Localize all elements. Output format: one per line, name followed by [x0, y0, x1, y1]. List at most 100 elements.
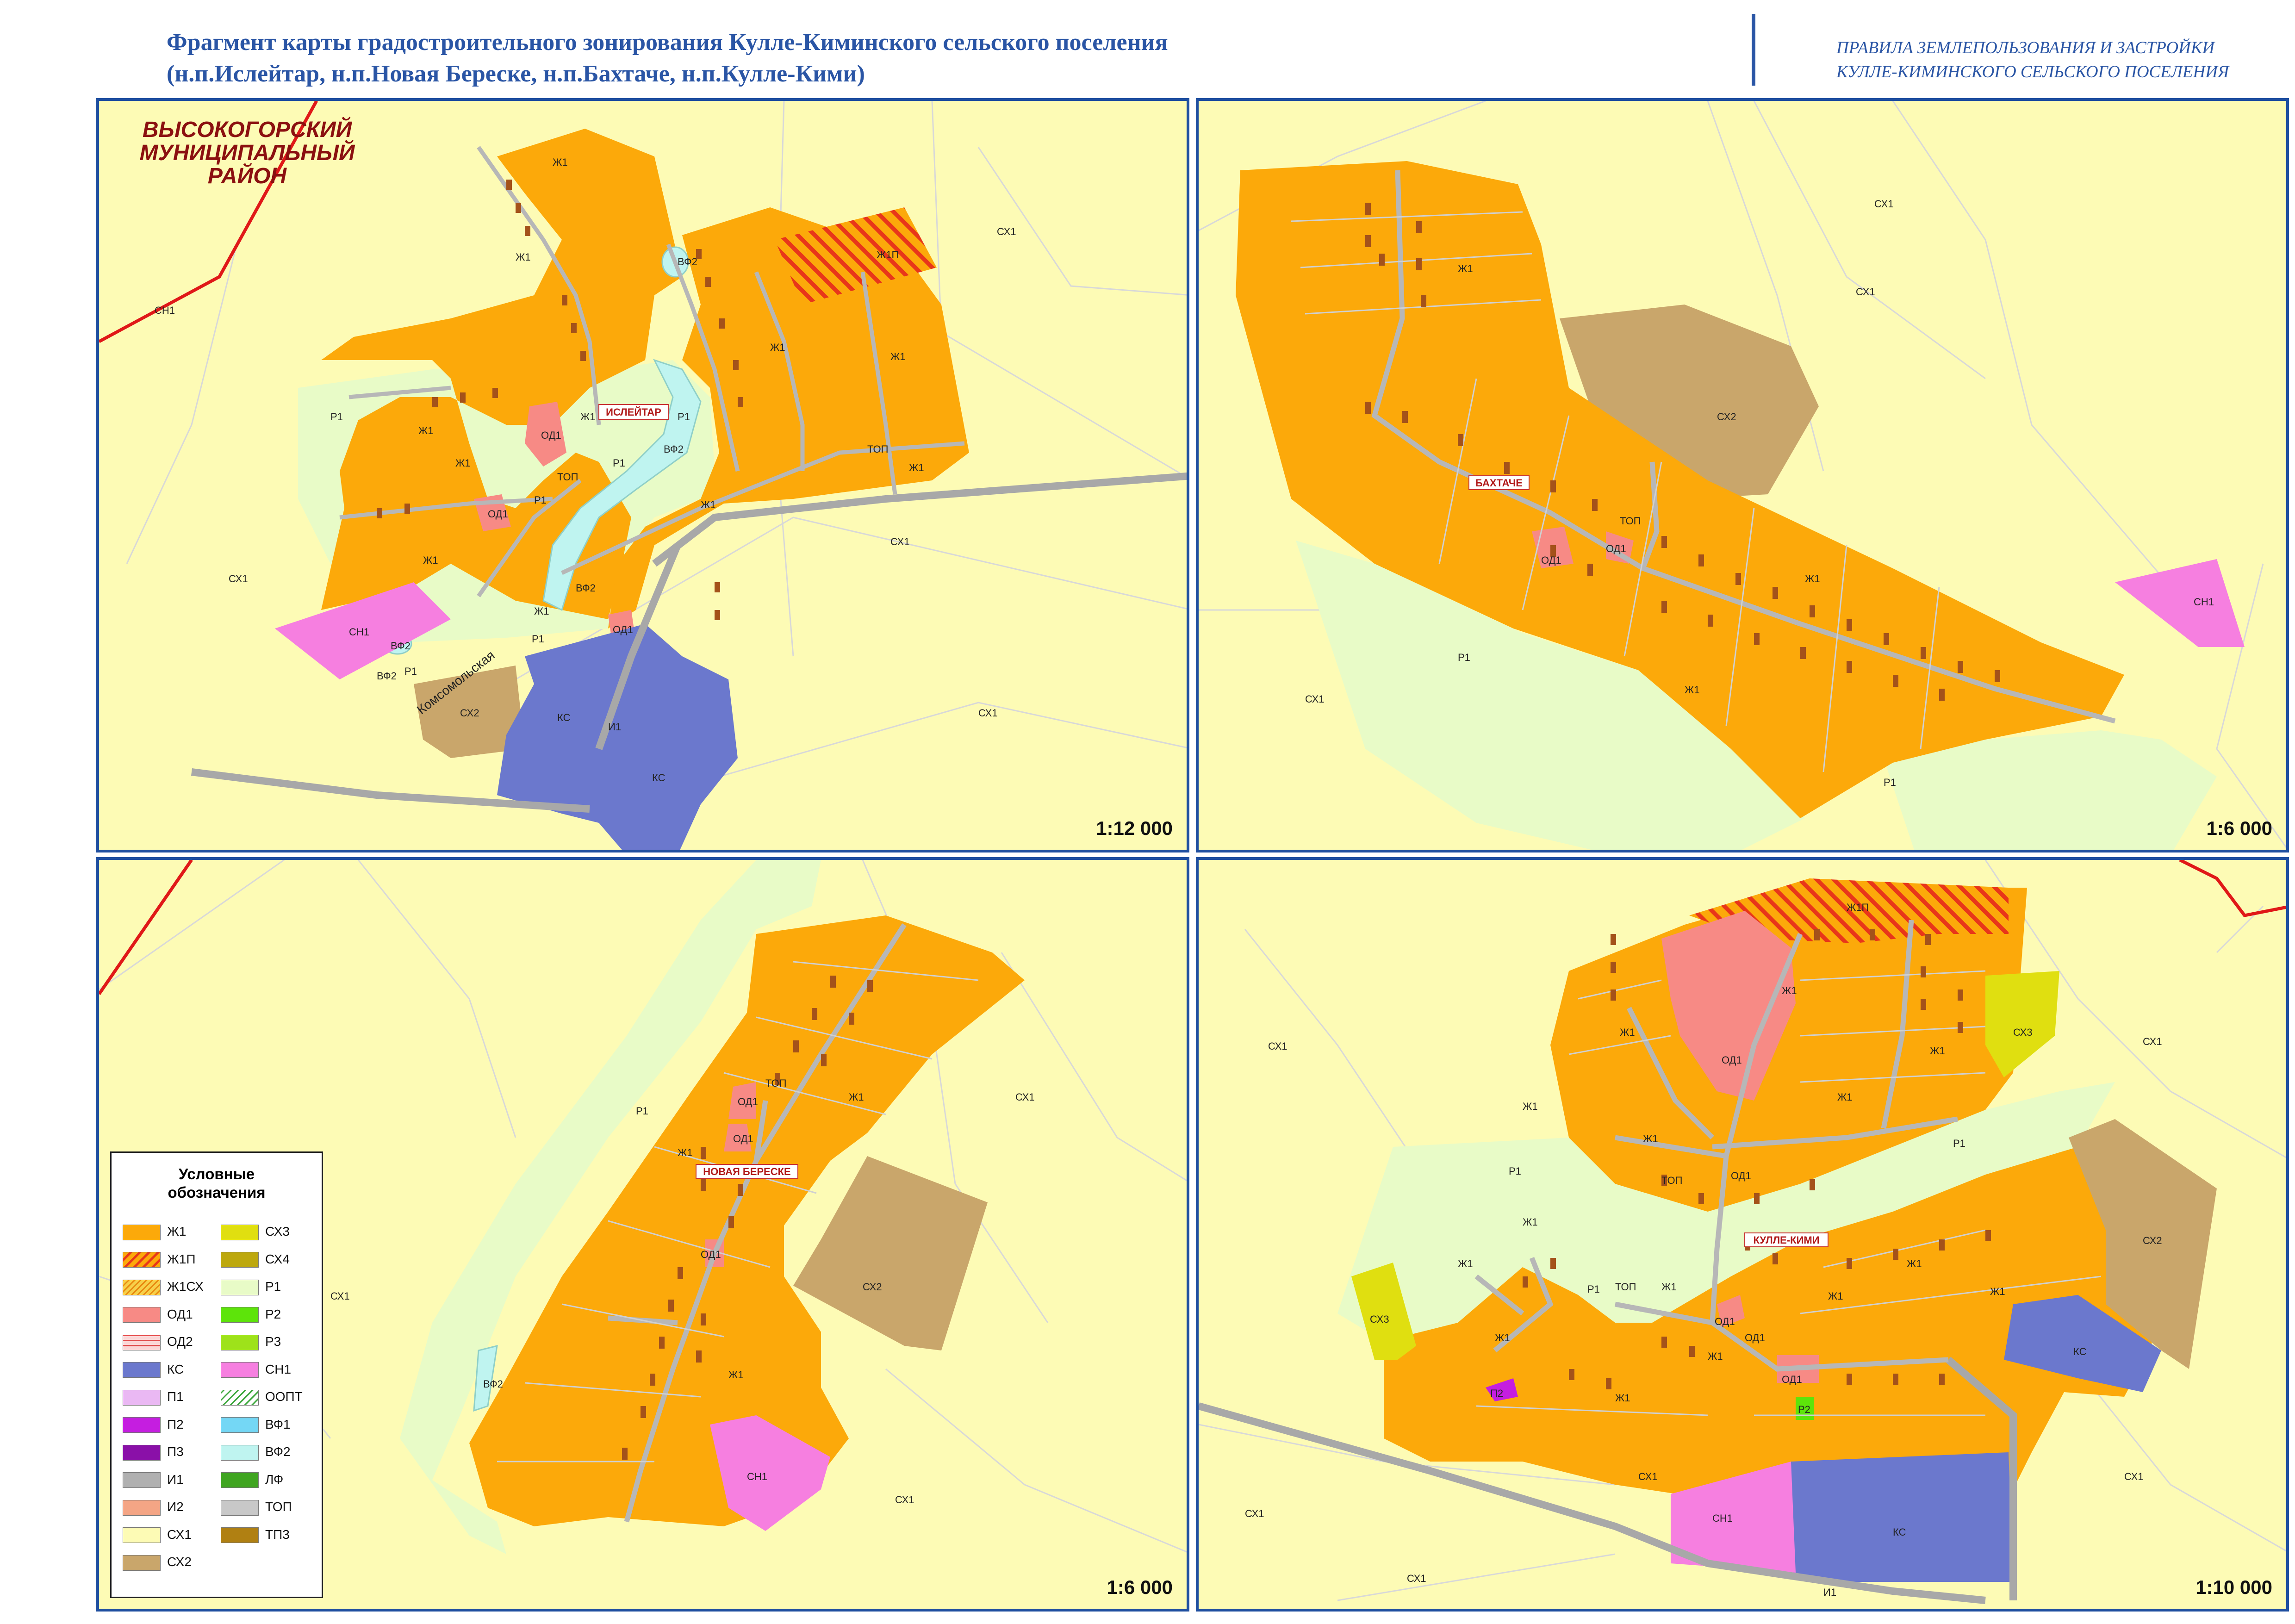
label-top: ТОП [765, 1077, 786, 1089]
legend-code: П2 [167, 1417, 184, 1431]
legend-swatch [221, 1527, 259, 1543]
label-zh1: Ж1 [1708, 1350, 1723, 1362]
label-sx2: СХ2 [863, 1281, 882, 1293]
map-scale: 1:10 000 [2195, 1576, 2272, 1598]
label-i1: И1 [1823, 1587, 1836, 1598]
label-zh1: Ж1 [1661, 1281, 1677, 1293]
label-top: ТОП [867, 443, 888, 455]
legend-item-17: Р3 [221, 1332, 281, 1351]
label-vf2: ВФ2 [483, 1378, 503, 1390]
legend-item-13: СХ3 [221, 1222, 290, 1241]
legend-code: И1 [167, 1472, 184, 1487]
label-sx1: СХ1 [1407, 1573, 1426, 1584]
map-kulle-kimi-canvas: Ж1П Ж1 Ж1 Ж1 Ж1 Ж1 Ж1 Ж1 Ж1 Ж1 Ж1 Ж1 Ж1 … [1199, 860, 2286, 1604]
legend-code: П1 [167, 1389, 184, 1404]
label-sx2: СХ2 [2143, 1235, 2162, 1246]
label-sx2: СХ2 [460, 707, 479, 719]
label-od1: ОД1 [733, 1133, 753, 1145]
label-zh1: Ж1 [1615, 1392, 1630, 1404]
district-border [99, 860, 193, 995]
label-od1: ОД1 [1722, 1054, 1742, 1066]
legend-item-14: СХ4 [221, 1250, 290, 1269]
map-isleitar-canvas: Ж1 Ж1 Ж1П Ж1 Ж1 Ж1 Ж1 Ж1 Ж1 Ж1 Ж1 Ж1 СХ1… [99, 101, 1187, 852]
zone-sx3-north[interactable] [1985, 971, 2059, 1077]
label-zh1: Ж1 [1643, 1133, 1658, 1145]
settlement-name: БАХТАЧЕ [1475, 477, 1523, 489]
settlement-name: КУЛЛЕ-КИМИ [1753, 1234, 1819, 1246]
label-sx3: СХ3 [1370, 1313, 1389, 1325]
legend-swatch [123, 1417, 161, 1433]
label-zh1: Ж1 [1990, 1286, 2005, 1297]
legend-item-1: Ж1П [123, 1250, 196, 1269]
label-sn1: СН1 [1712, 1512, 1733, 1524]
label-od1: ОД1 [1606, 543, 1626, 554]
legend-item-24: ТП3 [221, 1525, 290, 1544]
map-panel-isleitar[interactable]: Ж1 Ж1 Ж1П Ж1 Ж1 Ж1 Ж1 Ж1 Ж1 Ж1 Ж1 Ж1 СХ1… [96, 98, 1189, 852]
legend-code: Ж1 [167, 1224, 187, 1238]
legend-item-2: Ж1СХ [123, 1277, 204, 1296]
legend-swatch [221, 1444, 259, 1461]
label-top: ТОП [557, 471, 578, 483]
legend-item-0: Ж1 [123, 1222, 186, 1241]
legend-code: Р1 [265, 1279, 281, 1294]
legend-code: И2 [167, 1500, 184, 1514]
legend-swatch [123, 1555, 161, 1571]
settlement-name: НОВАЯ БЕРЕСКЕ [703, 1166, 790, 1177]
legend-item-4: ОД2 [123, 1332, 193, 1351]
document-title-line1: ПРАВИЛА ЗЕМЛЕПОЛЬЗОВАНИЯ И ЗАСТРОЙКИ [1836, 38, 2215, 57]
label-od1: ОД1 [1782, 1374, 1802, 1385]
district-border [2179, 860, 2286, 917]
legend-item-3: ОД1 [123, 1305, 193, 1324]
legend-item-9: И1 [123, 1470, 184, 1489]
label-zh1: Ж1 [1805, 573, 1820, 585]
legend-item-5: КС [123, 1360, 184, 1379]
label-sx1: СХ1 [2124, 1471, 2144, 1482]
label-zh1p: Ж1П [877, 249, 899, 261]
label-sx1: СХ1 [978, 707, 998, 719]
zone-ks[interactable] [497, 624, 738, 852]
legend-item-20: ВФ1 [221, 1415, 291, 1434]
legend-code: ООПТ [265, 1389, 303, 1404]
map-panel-bakhtache[interactable]: Ж1 Ж1 Ж1 СХ1 СХ1 СХ1 СХ2 СН1 ОД1 ОД1 Р1 … [1196, 98, 2289, 852]
label-i1: И1 [608, 721, 621, 733]
label-sx1: СХ1 [1245, 1508, 1264, 1519]
zone-ks-south[interactable] [1791, 1452, 2013, 1582]
legend-item-8: П3 [123, 1443, 184, 1461]
label-sn1: СН1 [349, 626, 369, 638]
label-vf2: ВФ2 [664, 443, 684, 455]
legend-swatch [221, 1472, 259, 1488]
legend-swatch [221, 1307, 259, 1323]
zone-sx2[interactable] [793, 1156, 988, 1350]
legend-swatch [123, 1334, 161, 1350]
legend-code: СХ1 [167, 1527, 192, 1542]
label-r1: Р1 [1953, 1138, 1965, 1149]
label-sx1: СХ1 [1268, 1040, 1287, 1052]
map-scale: 1:6 000 [2206, 817, 2272, 839]
label-zh1: Ж1 [423, 554, 438, 566]
legend-swatch [123, 1527, 161, 1543]
label-zh1: Ж1 [455, 457, 471, 469]
legend-code: СХ3 [265, 1224, 290, 1238]
zone-sn1[interactable] [2115, 559, 2245, 647]
legend-swatch [221, 1334, 259, 1350]
label-vf2: ВФ2 [576, 582, 596, 594]
label-zh1: Ж1 [1458, 263, 1473, 274]
label-p2: П2 [1490, 1388, 1503, 1399]
district-label-line1: ВЫСОКОГОРСКИЙ [143, 117, 353, 142]
label-r1: Р1 [532, 633, 544, 645]
legend-code: КС [167, 1362, 184, 1376]
label-zh1: Ж1 [1495, 1332, 1510, 1344]
label-od1: ОД1 [488, 508, 508, 520]
legend-swatch [221, 1224, 259, 1240]
legend-code: ТП3 [265, 1527, 290, 1542]
legend-item-22: ЛФ [221, 1470, 283, 1489]
map-panel-kulle-kimi[interactable]: Ж1П Ж1 Ж1 Ж1 Ж1 Ж1 Ж1 Ж1 Ж1 Ж1 Ж1 Ж1 Ж1 … [1196, 857, 2289, 1612]
legend-code: СХ2 [167, 1555, 192, 1569]
label-zh1: Ж1 [909, 462, 924, 473]
district-label: ВЫСОКОГОРСКИЙ МУНИЦИПАЛЬНЫЙ РАЙОН [139, 117, 355, 188]
label-sx2: СХ2 [1717, 411, 1736, 423]
legend-item-18: СН1 [221, 1360, 291, 1379]
label-vf2: ВФ2 [391, 640, 410, 652]
legend-item-6: П1 [123, 1388, 184, 1406]
label-od1: ОД1 [1731, 1170, 1751, 1182]
